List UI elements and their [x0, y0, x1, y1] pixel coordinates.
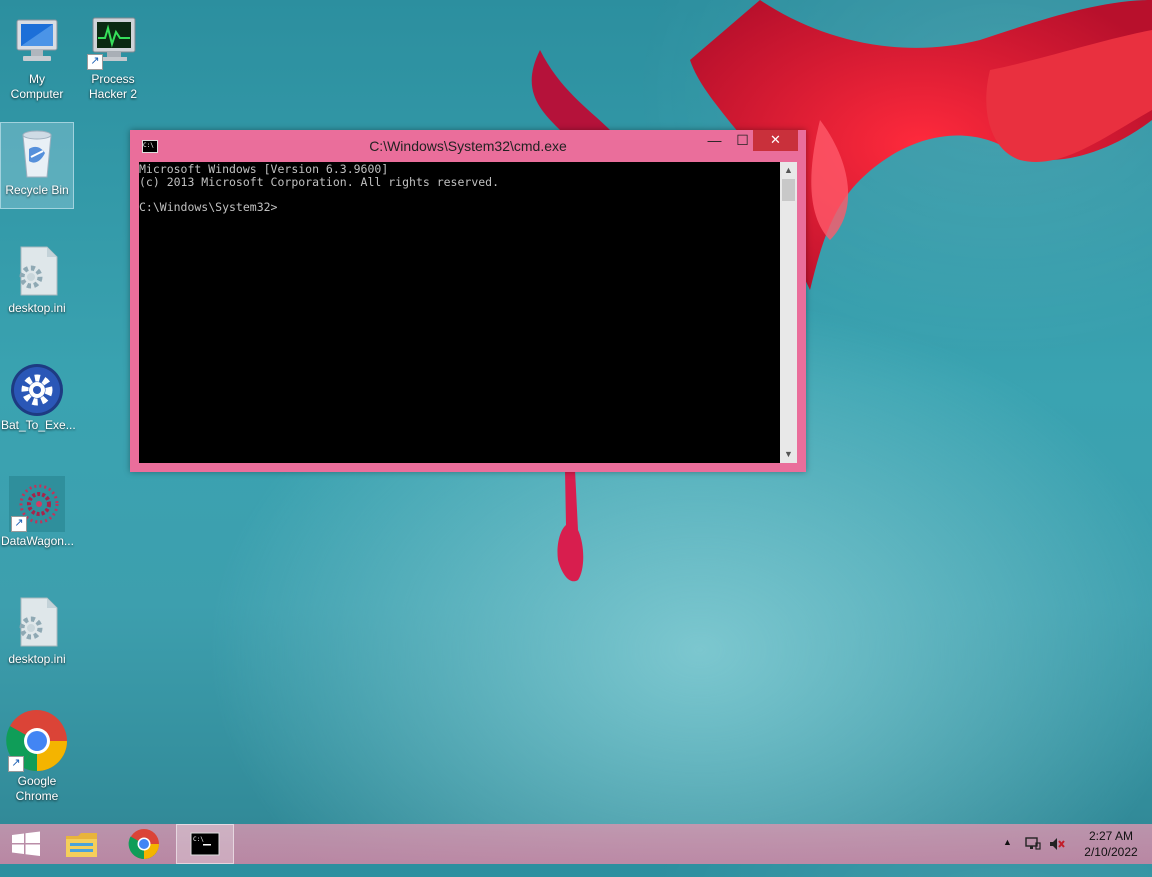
- scroll-thumb[interactable]: [782, 179, 795, 201]
- scroll-down-icon[interactable]: ▼: [780, 446, 797, 463]
- desktop-icon-label: desktop.ini: [8, 652, 66, 666]
- clock[interactable]: 2:27 AM 2/10/2022: [1076, 824, 1146, 864]
- desktop-icon-label: Computer: [10, 87, 64, 101]
- console-output[interactable]: Microsoft Windows [Version 6.3.9600] (c)…: [139, 162, 780, 463]
- desktop-icon-desktop-ini-1[interactable]: desktop.ini: [1, 243, 73, 316]
- recycle-bin-icon: [9, 125, 65, 181]
- cmd-icon: C:\: [190, 832, 220, 856]
- shortcut-arrow-icon: ↗: [11, 516, 27, 532]
- close-button[interactable]: ✕: [753, 130, 798, 151]
- desktop-icon-bat-to-exe[interactable]: Bat_To_Exe...: [1, 360, 76, 433]
- shortcut-arrow-icon: ↗: [87, 54, 103, 70]
- desktop-icon-label: Chrome: [15, 789, 59, 803]
- console-prompt: C:\Windows\System32>: [139, 199, 278, 214]
- desktop-icon-label: My: [29, 72, 45, 86]
- scroll-up-icon[interactable]: ▲: [780, 162, 797, 179]
- window-title-bar[interactable]: C:\ C:\Windows\System32\cmd.exe — ☐ ✕: [130, 130, 806, 162]
- desktop-icon-label: Bat_To_Exe...: [1, 418, 76, 432]
- desktop-icon-label: Hacker 2: [88, 87, 138, 101]
- desktop-icon-google-chrome[interactable]: ↗ Google Chrome: [1, 710, 73, 804]
- start-button[interactable]: [6, 824, 46, 864]
- settings-file-icon: [9, 594, 65, 650]
- cmd-window[interactable]: C:\ C:\Windows\System32\cmd.exe — ☐ ✕ Mi…: [130, 130, 806, 472]
- desktop-icon-my-computer[interactable]: My Computer: [1, 14, 73, 102]
- desktop-icon-label: Process: [91, 72, 135, 86]
- taskbar-file-explorer[interactable]: [60, 824, 104, 864]
- console-line: (c) 2013 Microsoft Corporation. All righ…: [139, 174, 500, 189]
- taskbar-google-chrome[interactable]: [122, 824, 166, 864]
- taskbar: C:\ ▲ 2:27 AM 2/10/2022: [0, 824, 1152, 864]
- vertical-scrollbar[interactable]: ▲ ▼: [780, 162, 797, 463]
- settings-file-icon: [9, 243, 65, 299]
- windows-logo-icon: [12, 831, 40, 856]
- network-icon[interactable]: [1024, 836, 1042, 876]
- taskbar-command-prompt[interactable]: C:\: [176, 824, 234, 864]
- svg-text:C:\: C:\: [193, 836, 204, 843]
- shortcut-arrow-icon: ↗: [8, 756, 24, 772]
- desktop-icon-label: DataWagon...: [1, 534, 74, 548]
- desktop-icon-label: Recycle Bin: [5, 183, 69, 197]
- clock-time: 2:27 AM: [1088, 829, 1134, 843]
- gear-app-icon: [9, 360, 65, 416]
- desktop-icon-datawagon[interactable]: ↗ DataWagon...: [1, 476, 74, 549]
- desktop-icon-desktop-ini-2[interactable]: desktop.ini: [1, 594, 73, 667]
- desktop-icon-process-hacker[interactable]: ↗ Process Hacker 2: [77, 14, 149, 102]
- tray-overflow-chevron[interactable]: ▲: [1003, 837, 1012, 877]
- datawagon-icon: ↗: [9, 476, 65, 532]
- computer-icon: [9, 14, 65, 70]
- minimize-button[interactable]: —: [700, 130, 729, 151]
- chrome-icon: ↗: [6, 710, 68, 772]
- desktop-icon-label: Google: [17, 774, 57, 788]
- console-line: Microsoft Windows [Version 6.3.9600]: [139, 162, 389, 176]
- desktop-icon-label: desktop.ini: [8, 301, 66, 315]
- chrome-icon: [128, 829, 159, 860]
- desktop-icon-recycle-bin[interactable]: Recycle Bin: [0, 122, 74, 209]
- volume-muted-icon[interactable]: [1048, 836, 1066, 876]
- clock-date: 2/10/2022: [1084, 845, 1138, 859]
- process-hacker-icon: ↗: [85, 14, 141, 70]
- folder-icon: [66, 833, 97, 857]
